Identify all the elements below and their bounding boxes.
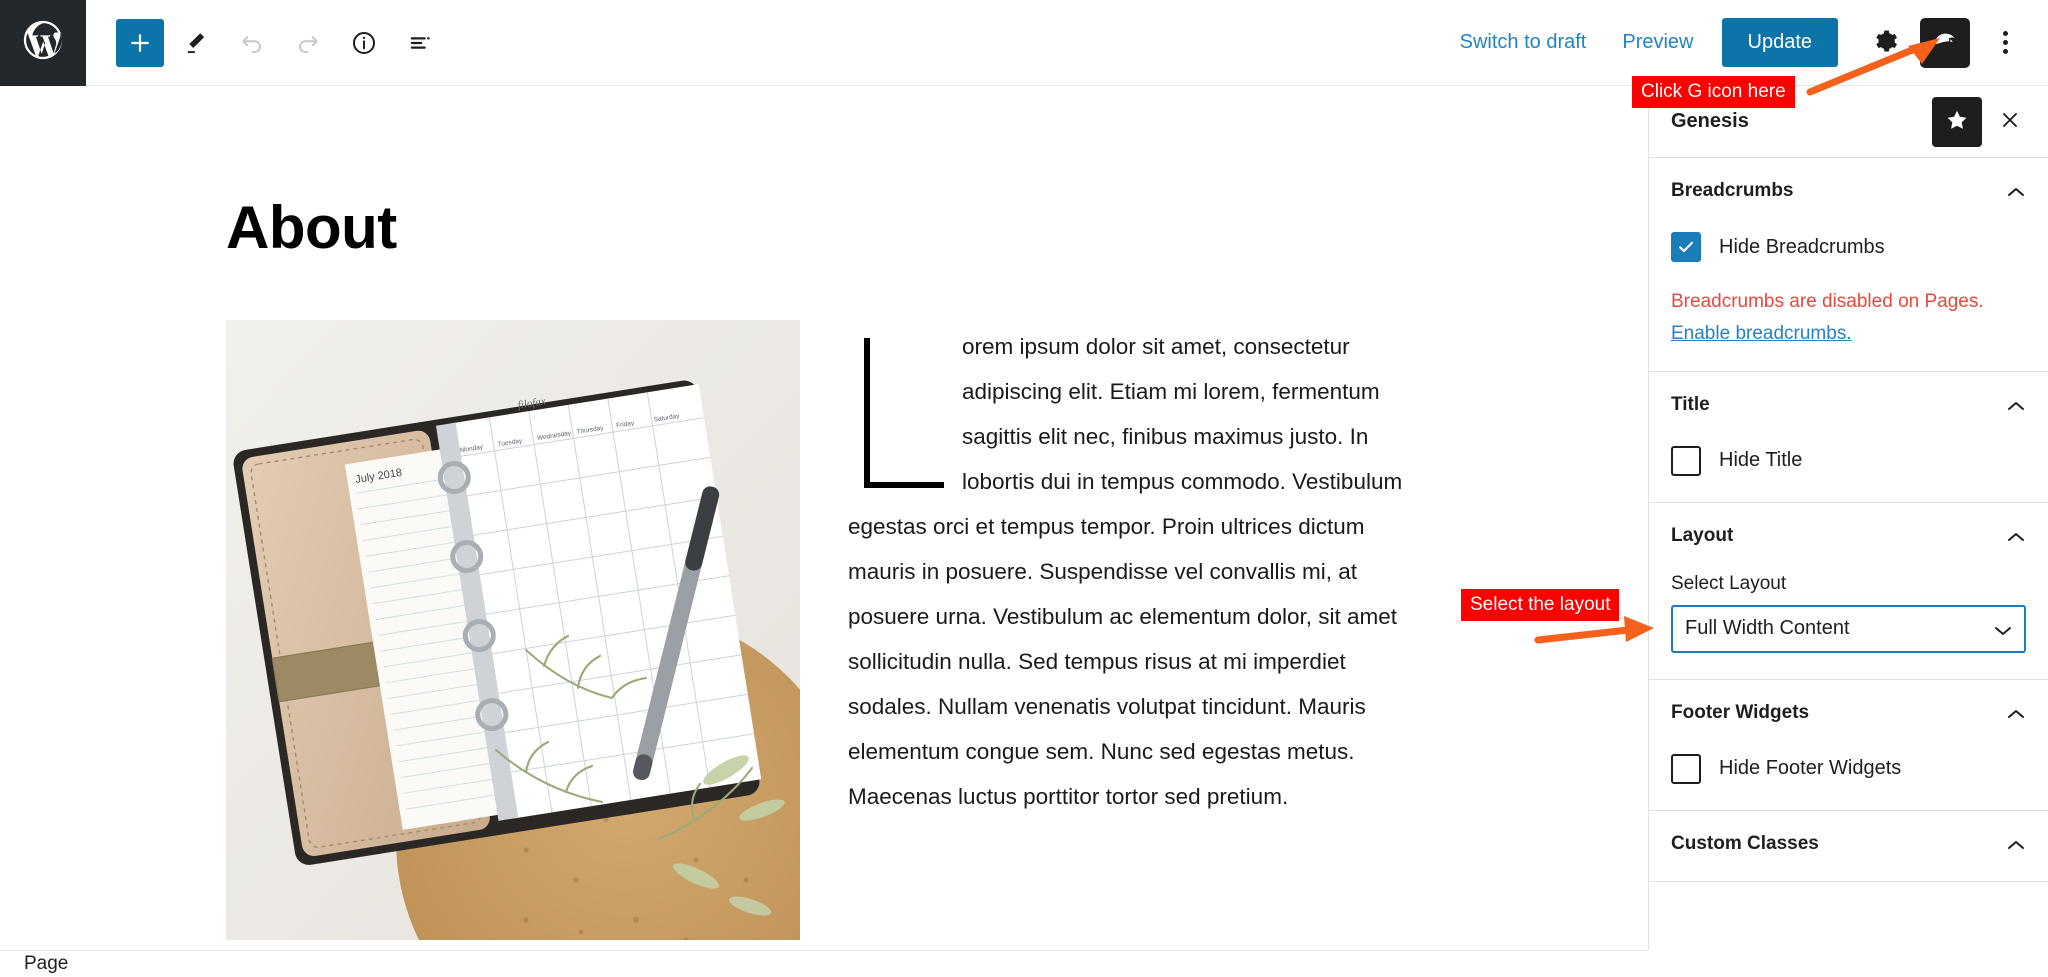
redo-arrow-icon — [294, 29, 322, 57]
hide-footer-widgets-label: Hide Footer Widgets — [1719, 757, 1902, 779]
close-sidebar-button[interactable] — [1986, 98, 2034, 146]
select-layout-value: Full Width Content — [1685, 617, 1850, 639]
wordpress-logo-icon — [20, 17, 66, 68]
select-layout-dropdown[interactable]: Full Width Content — [1671, 604, 2026, 653]
content-columns: July 2018 Monday Tuesday Wednesday Thursda… — [226, 320, 1648, 940]
editor-footer-breadcrumb-bar: Page — [0, 950, 1648, 977]
section-footer-widgets-header[interactable]: Footer Widgets — [1671, 702, 2026, 724]
hide-title-label: Hide Title — [1719, 449, 1803, 471]
tools-pencil-button[interactable] — [172, 19, 220, 67]
close-x-icon — [1998, 108, 2022, 135]
section-custom-classes-header[interactable]: Custom Classes — [1671, 833, 2026, 855]
plus-icon — [127, 30, 153, 56]
info-circle-icon — [350, 29, 378, 57]
settings-button[interactable] — [1860, 18, 1910, 68]
sidebar-title: Genesis — [1671, 110, 1749, 132]
star-icon — [1945, 108, 1969, 135]
hide-breadcrumbs-checkbox[interactable] — [1671, 232, 1701, 262]
planner-photo[interactable]: July 2018 Monday Tuesday Wednesday Thursda… — [226, 320, 800, 940]
select-layout-wrap: Full Width Content — [1671, 604, 2026, 653]
hide-breadcrumbs-label: Hide Breadcrumbs — [1719, 235, 1885, 258]
list-view-icon — [406, 29, 434, 57]
undo-arrow-icon — [238, 29, 266, 57]
genesis-g-icon: G — [1929, 25, 1961, 60]
undo-button[interactable] — [228, 19, 276, 67]
redo-button[interactable] — [284, 19, 332, 67]
pin-sidebar-button[interactable] — [1932, 96, 1982, 147]
content-paragraph[interactable]: orem ipsum dolor sit amet, consectetur a… — [848, 320, 1420, 819]
svg-text:G: G — [1949, 36, 1956, 46]
more-options-button[interactable] — [1980, 18, 2030, 68]
section-layout-title: Layout — [1671, 524, 1734, 546]
section-breadcrumbs-title: Breadcrumbs — [1671, 180, 1794, 201]
wordpress-logo-button[interactable] — [0, 0, 86, 86]
section-title-header[interactable]: Title — [1671, 394, 2026, 416]
genesis-settings-sidebar: Genesis Breadcrumbs Hide Breadcrumbs Bre… — [1648, 86, 2048, 950]
chevron-up-icon — [2006, 838, 2026, 850]
chevron-up-icon — [2006, 530, 2026, 542]
kebab-menu-icon — [2002, 31, 2008, 54]
section-title-title: Title — [1671, 393, 1710, 415]
chevron-up-icon — [2006, 707, 2026, 719]
breadcrumb[interactable]: Page — [24, 953, 68, 975]
annotation-select-the-layout: Select the layout — [1461, 589, 1620, 621]
wordpress-editor-window: Switch to draft Preview Update G About J… — [0, 0, 2048, 977]
section-footer-widgets-title: Footer Widgets — [1671, 701, 1810, 723]
breadcrumbs-notice: Breadcrumbs are disabled on Pages. — [1671, 291, 1984, 312]
hide-footer-widgets-row[interactable]: Hide Footer Widgets — [1671, 753, 2026, 784]
section-custom-classes: Custom Classes — [1649, 811, 2048, 882]
page-title[interactable]: About — [226, 193, 1648, 262]
hide-title-checkbox[interactable] — [1671, 445, 1701, 476]
section-custom-classes-title: Custom Classes — [1671, 832, 1819, 854]
preview-button[interactable]: Preview — [1604, 19, 1711, 66]
switch-to-draft-button[interactable]: Switch to draft — [1442, 19, 1605, 66]
hide-breadcrumbs-row[interactable]: Hide Breadcrumbs — [1671, 232, 2026, 262]
select-layout-label: Select Layout — [1671, 572, 1787, 594]
toolbar-left-group — [86, 18, 444, 67]
gear-icon — [1871, 27, 1899, 58]
details-button[interactable] — [340, 19, 388, 67]
enable-breadcrumbs-link[interactable]: Enable breadcrumbs. — [1671, 323, 1852, 345]
section-layout: Layout Select Layout Full Width Content — [1649, 503, 2048, 680]
add-block-button[interactable] — [116, 18, 164, 67]
annotation-click-g-icon: Click G icon here — [1632, 76, 1795, 108]
pencil-icon — [182, 29, 210, 57]
chevron-up-icon — [2006, 399, 2026, 411]
genesis-sidebar-toggle-button[interactable]: G — [1920, 17, 1970, 68]
section-footer-widgets: Footer Widgets Hide Footer Widgets — [1649, 680, 2048, 811]
section-breadcrumbs-header[interactable]: Breadcrumbs — [1671, 180, 2026, 202]
section-layout-header[interactable]: Layout — [1671, 525, 2026, 547]
section-breadcrumbs: Breadcrumbs Hide Breadcrumbs Breadcrumbs… — [1649, 158, 2048, 372]
list-view-button[interactable] — [396, 19, 444, 67]
section-title: Title Hide Title — [1649, 372, 2048, 503]
editor-canvas: About July 2018 Monday Tuesday Wednesday… — [0, 86, 1648, 950]
chevron-up-icon — [2006, 185, 2026, 197]
hide-title-row[interactable]: Hide Title — [1671, 445, 2026, 476]
toolbar-right-group: Switch to draft Preview Update G — [1442, 17, 2048, 68]
editor-toolbar: Switch to draft Preview Update G — [0, 0, 2048, 86]
drop-cap-letter — [848, 338, 944, 488]
update-button[interactable]: Update — [1721, 18, 1838, 67]
footer-spacer — [1648, 950, 2048, 977]
hide-footer-widgets-checkbox[interactable] — [1671, 753, 1701, 784]
